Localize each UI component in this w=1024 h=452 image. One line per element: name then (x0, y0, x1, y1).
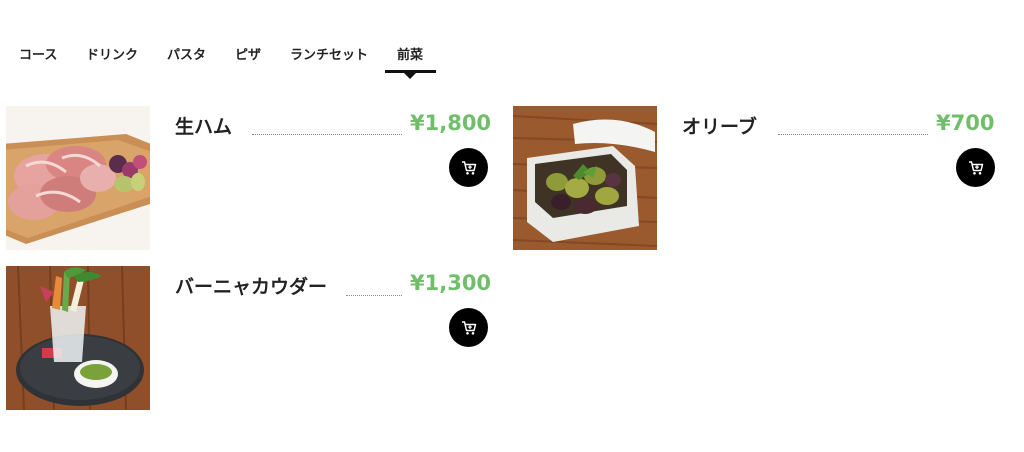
cart-icon (968, 160, 983, 175)
item-price: ¥700 (936, 111, 995, 135)
tab-drink[interactable]: ドリンク (86, 44, 138, 63)
active-tab-caret (404, 73, 416, 79)
dotted-leader (778, 134, 928, 135)
tab-appetizer[interactable]: 前菜 (397, 44, 423, 63)
tab-lunch-set[interactable]: ランチセット (290, 44, 368, 63)
item-name: 生ハム (175, 116, 233, 138)
item-price: ¥1,800 (410, 111, 492, 135)
tab-pasta[interactable]: パスタ (167, 44, 206, 63)
tab-course[interactable]: コース (19, 44, 57, 63)
cart-icon (461, 320, 476, 335)
category-tabs: コース ドリンク パスタ ピザ ランチセット 前菜 (0, 0, 1024, 80)
item-name: オリーブ (682, 116, 757, 138)
dotted-leader (252, 134, 402, 135)
item-name: バーニャカウダー (175, 276, 328, 298)
olives-image[interactable] (513, 106, 657, 250)
bagna-cauda-image[interactable] (6, 266, 150, 410)
dotted-leader (346, 295, 402, 296)
add-to-cart-button[interactable] (449, 308, 488, 347)
prosciutto-image[interactable] (6, 106, 150, 250)
cart-icon (461, 160, 476, 175)
add-to-cart-button[interactable] (449, 148, 488, 187)
add-to-cart-button[interactable] (956, 148, 995, 187)
item-price: ¥1,300 (410, 271, 492, 295)
tab-pizza[interactable]: ピザ (235, 44, 261, 63)
